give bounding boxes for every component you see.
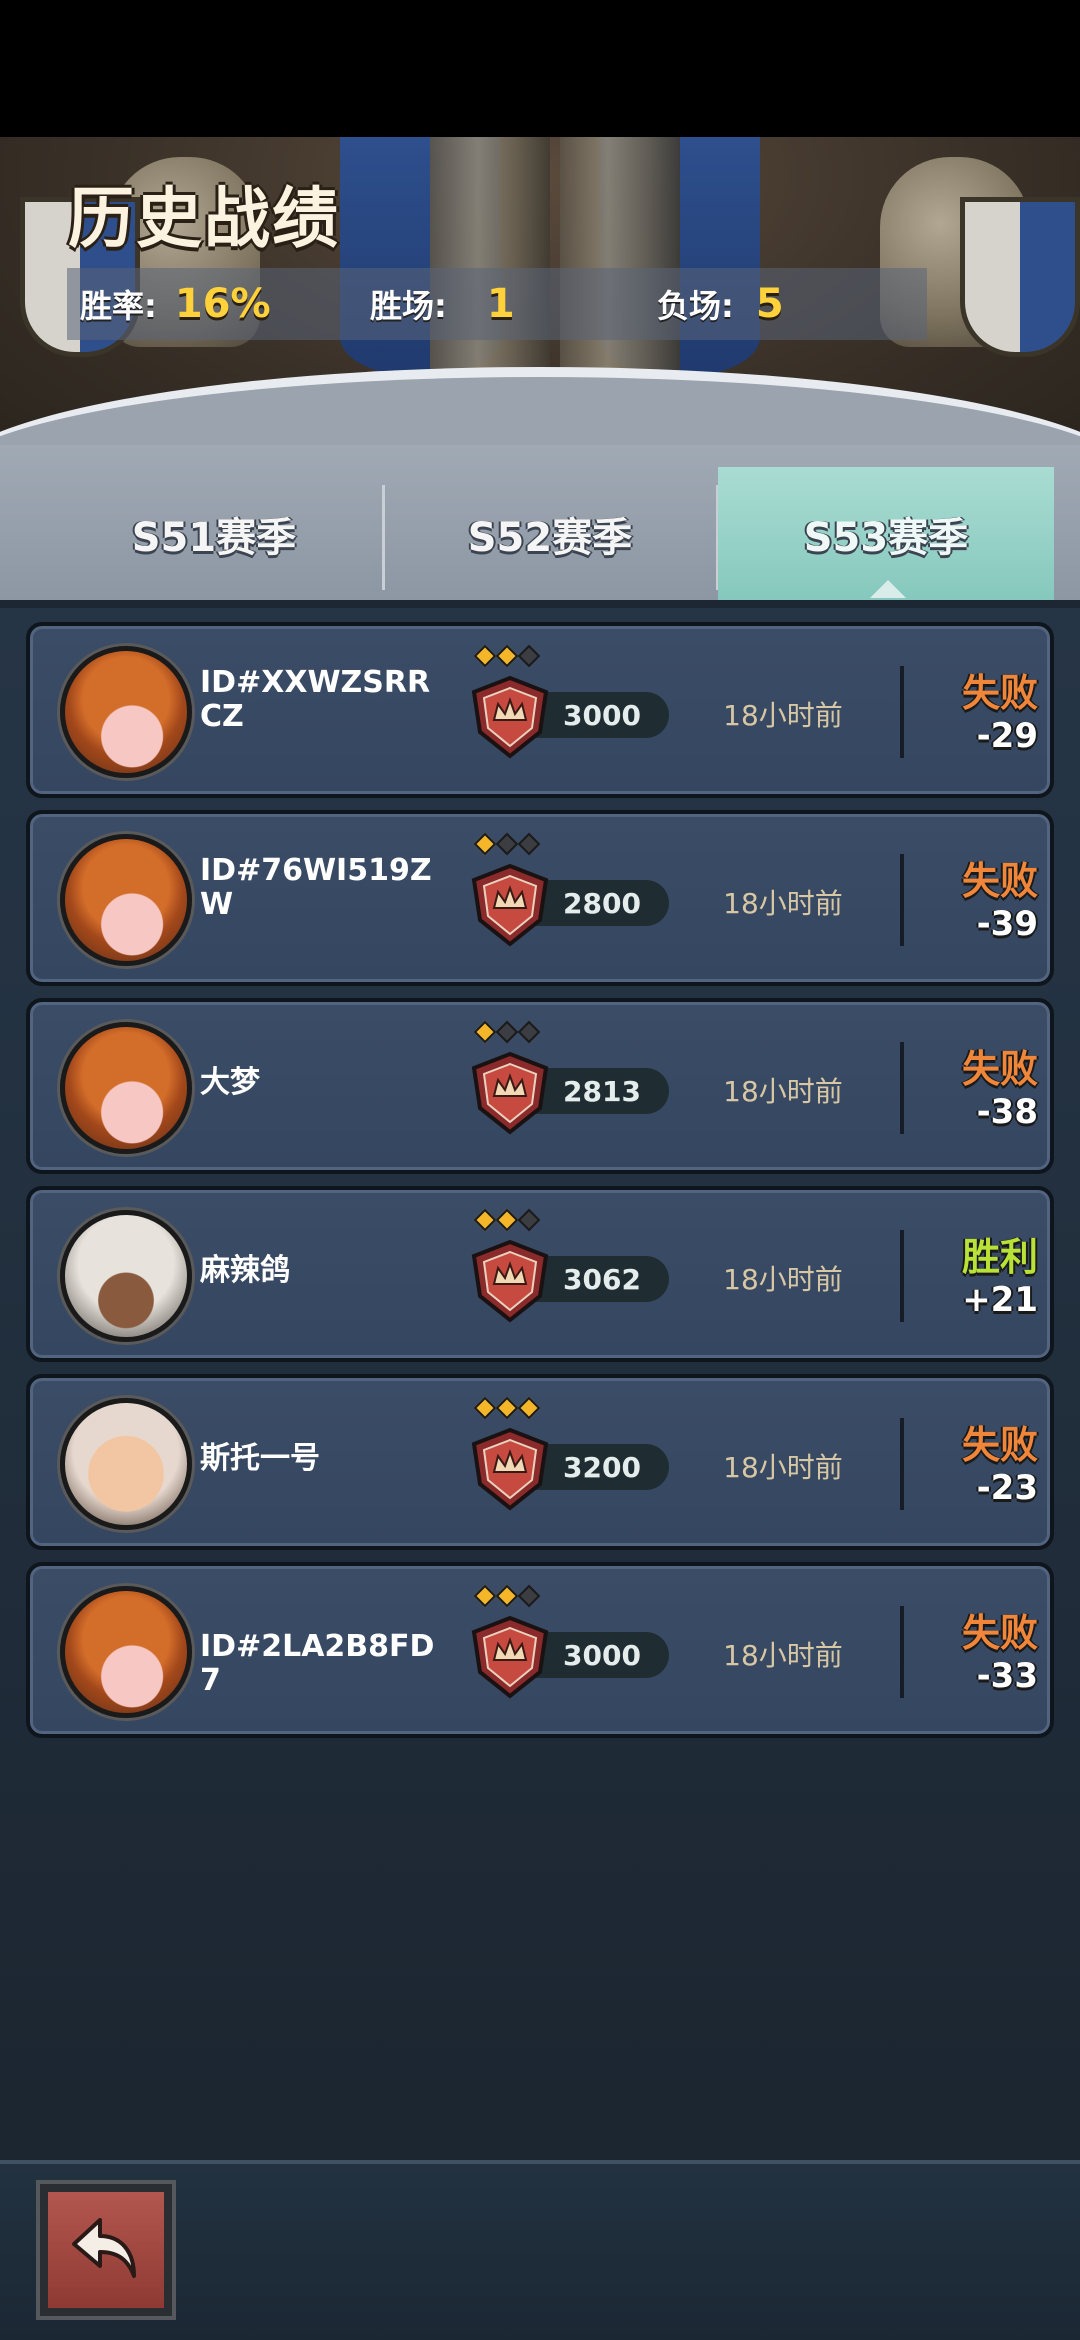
pumpkin-avatar[interactable] [60,1586,192,1718]
rank-crown-badge-icon [471,1427,549,1511]
win-rate-value: 16% [174,281,271,327]
win-rate-stat: 胜率: 16% [80,268,271,340]
star-icon [517,1396,541,1420]
match-result: 失败 [961,1611,1038,1655]
row-separator [900,1418,904,1510]
rank-stars [473,644,541,668]
rank-crown-badge-icon [471,863,549,947]
row-separator [900,1230,904,1322]
score-change: -23 [976,1468,1038,1508]
player-name: 麻辣鸽 [200,1253,290,1288]
status-bar [0,0,1080,137]
match-time: 18小时前 [723,1451,843,1484]
player-name: 斯托一号 [200,1441,320,1476]
record-row[interactable]: ID#76WI519ZW 2800 18小时前 失败 -39 [26,810,1054,986]
star-icon [473,1584,497,1608]
record-row[interactable]: ID#2LA2B8FD7 3000 18小时前 失败 -33 [26,1562,1054,1738]
match-time: 18小时前 [723,887,843,920]
row-separator [900,666,904,758]
star-icon [495,1020,519,1044]
season-tabs: S51赛季 S52赛季 S53赛季 [0,445,1080,600]
star-icon [495,1584,519,1608]
rank-crown-badge-icon [471,1615,549,1699]
player-name: ID#XXWZSRRCZ [200,665,431,734]
star-icon [473,1208,497,1232]
rank-stars [473,1208,541,1232]
row-separator [900,1606,904,1698]
page-title: 历史战绩 [68,180,340,257]
match-time: 18小时前 [723,1075,843,1108]
pumpkin-avatar[interactable] [60,1022,192,1154]
record-row[interactable]: 大梦 2813 18小时前 失败 -38 [26,998,1054,1174]
active-tab-pointer [870,580,906,598]
match-result: 失败 [961,1423,1038,1467]
rank-stars [473,1584,541,1608]
losses-label: 负场: [657,287,734,325]
score-change: -39 [976,904,1038,944]
star-icon [473,1396,497,1420]
star-icon [517,1208,541,1232]
score-change: -38 [976,1092,1038,1132]
match-time: 18小时前 [723,1263,843,1296]
match-time: 18小时前 [723,1639,843,1672]
back-button[interactable] [40,2184,172,2316]
score-change: -33 [976,1656,1038,1696]
record-row[interactable]: 斯托一号 3200 18小时前 失败 -23 [26,1374,1054,1550]
shield-right [960,197,1080,357]
star-icon [495,1396,519,1420]
match-result: 失败 [961,671,1038,715]
wins-value: 1 [486,281,515,327]
rank-stars [473,1396,541,1420]
match-result: 胜利 [961,1235,1038,1279]
pumpkin-avatar[interactable] [60,646,192,778]
star-icon [495,1208,519,1232]
match-result: 失败 [961,859,1038,903]
history-record-screen: 历史战绩 胜率: 16% 胜场: 1 负场: 5 S51赛季 S52赛季 S53… [0,0,1080,2340]
star-icon [495,832,519,856]
losses-stat: 负场: 5 [657,268,784,340]
rank-crown-badge-icon [471,675,549,759]
list-top-edge [0,600,1080,608]
match-time: 18小时前 [723,699,843,732]
score-change: -29 [976,716,1038,756]
star-icon [495,644,519,668]
rank-crown-badge-icon [471,1051,549,1135]
rank-stars [473,832,541,856]
silver-hair-avatar[interactable] [60,1210,192,1342]
star-icon [517,1584,541,1608]
star-icon [517,1020,541,1044]
losses-value: 5 [755,281,784,327]
record-row[interactable]: 麻辣鸽 3062 18小时前 胜利 +21 [26,1186,1054,1362]
tab-s51[interactable]: S51赛季 [46,467,382,600]
wins-label: 胜场: [370,287,447,325]
bald-man-avatar[interactable] [60,1398,192,1530]
record-row[interactable]: ID#XXWZSRRCZ 3000 18小时前 失败 -29 [26,622,1054,798]
rank-stars [473,1020,541,1044]
player-name: ID#2LA2B8FD7 [200,1629,435,1698]
wins-stat: 胜场: 1 [370,268,515,340]
player-name: ID#76WI519ZW [200,853,432,922]
pumpkin-avatar[interactable] [60,834,192,966]
star-icon [517,644,541,668]
match-result: 失败 [961,1047,1038,1091]
score-change: +21 [962,1280,1038,1320]
star-icon [517,832,541,856]
row-separator [900,854,904,946]
win-rate-label: 胜率: [80,287,157,325]
return-arrow-icon [72,2218,136,2278]
tab-s52[interactable]: S52赛季 [382,467,718,600]
star-icon [473,832,497,856]
player-name: 大梦 [200,1065,260,1100]
star-icon [473,1020,497,1044]
row-separator [900,1042,904,1134]
star-icon [473,644,497,668]
rank-crown-badge-icon [471,1239,549,1323]
stats-strip: 胜率: 16% 胜场: 1 负场: 5 [67,268,927,340]
